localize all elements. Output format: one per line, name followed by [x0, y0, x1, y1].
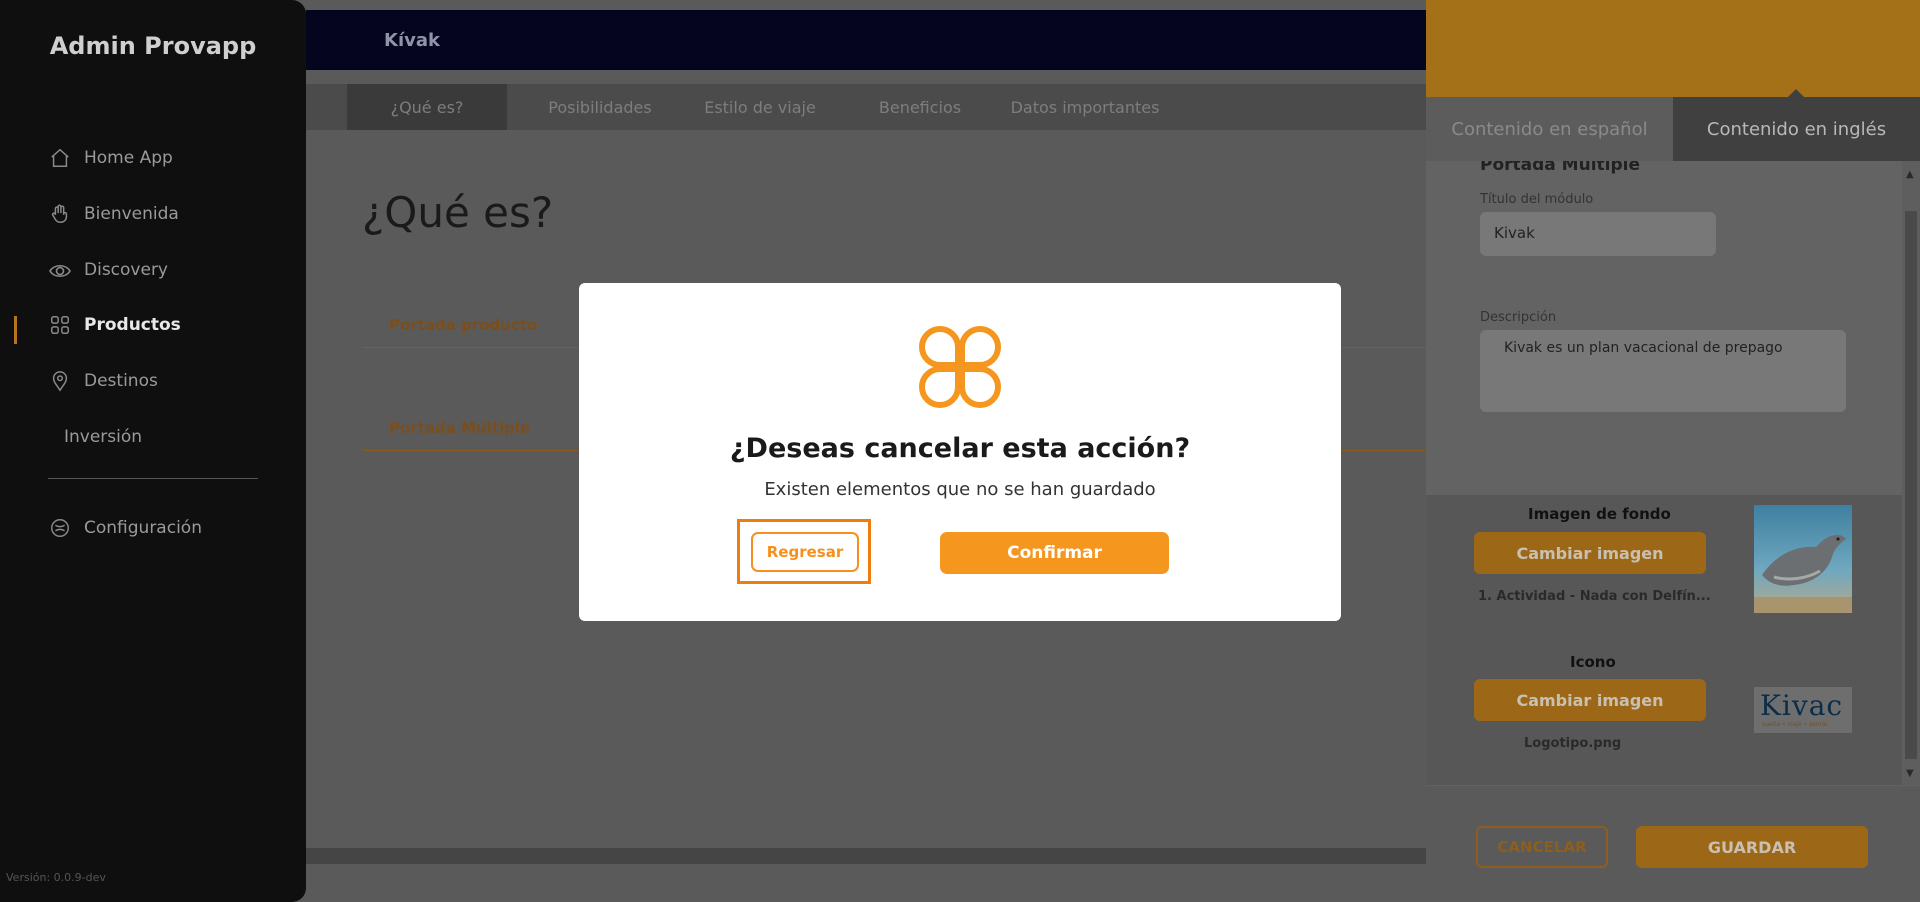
save-button[interactable]: GUARDAR: [1636, 826, 1868, 868]
eye-icon: [48, 258, 72, 282]
tab-posibilidades[interactable]: Posibilidades: [520, 84, 680, 130]
icon-thumbnail: Kivac sueña • viaje • sonríe: [1754, 687, 1852, 733]
page-title: ¿Qué es?: [362, 188, 554, 237]
confirm-button[interactable]: Confirmar: [940, 532, 1169, 574]
tab-contenido-ingles[interactable]: Contenido en inglés: [1673, 97, 1920, 161]
version-label: Versión: 0.0.9-dev: [6, 871, 106, 884]
gear-icon: [48, 516, 72, 540]
bottom-strip: [306, 848, 1426, 864]
sidebar-item-inversion[interactable]: Inversión: [64, 420, 142, 454]
home-icon: [48, 146, 72, 170]
description-textarea[interactable]: Kivak es un plan vacacional de prepago: [1480, 330, 1846, 412]
sidebar-item-configuracion[interactable]: Configuración: [48, 511, 202, 545]
dialog-title: ¿Deseas cancelar esta acción?: [729, 433, 1191, 464]
section-label: Portada Múltiple: [389, 419, 531, 437]
scroll-up-icon[interactable]: ▲: [1906, 169, 1914, 180]
sidebar-item-label: Destinos: [84, 371, 158, 391]
logo-tagline: sueña • viaje • sonríe: [1762, 721, 1828, 728]
icon-label: Icono: [1570, 653, 1616, 671]
sidebar-item-label: Home App: [84, 148, 173, 168]
description-label: Descripción: [1480, 310, 1557, 325]
scrollbar-thumb[interactable]: [1905, 211, 1917, 759]
image-section: Imagen de fondo Cambiar imagen 1. Activi…: [1426, 495, 1902, 785]
active-tab-notch: [1786, 89, 1806, 99]
brand-title: Admin Provapp: [49, 32, 257, 60]
location-pin-icon: [48, 369, 72, 393]
module-title-label: Título del módulo: [1480, 192, 1594, 207]
sidebar-divider: [48, 478, 258, 479]
tab-bar: ¿Qué es? Posibilidades Estilo de viaje B…: [306, 84, 1426, 130]
sidebar-item-label: Inversión: [64, 427, 143, 447]
change-background-image-button[interactable]: Cambiar imagen: [1474, 532, 1706, 574]
confirm-dialog: ¿Deseas cancelar esta acción? Existen el…: [579, 283, 1341, 621]
tab-beneficios[interactable]: Beneficios: [840, 84, 1000, 130]
active-indicator: [14, 316, 17, 344]
module-title-input[interactable]: Kivak: [1480, 212, 1716, 256]
sidebar: Admin Provapp Home App Bienvenida Discov…: [0, 0, 306, 902]
tab-contenido-espanol[interactable]: Contenido en español: [1426, 97, 1673, 161]
tab-que-es[interactable]: ¿Qué es?: [347, 84, 507, 130]
sidebar-item-productos[interactable]: Productos: [48, 308, 181, 342]
background-image-label: Imagen de fondo: [1528, 505, 1671, 523]
back-button[interactable]: Regresar: [751, 532, 859, 572]
wave-hand-icon: [48, 202, 72, 226]
panel-scrollbar[interactable]: ▲ ▼: [1902, 161, 1920, 785]
sidebar-item-label: Discovery: [84, 260, 168, 280]
page-header-title: Kívak: [384, 30, 440, 51]
tab-estilo-de-viaje[interactable]: Estilo de viaje: [680, 84, 840, 130]
sidebar-item-label: Bienvenida: [84, 204, 179, 224]
sidebar-item-label: Configuración: [84, 518, 202, 538]
background-thumbnail: [1754, 505, 1852, 613]
panel-footer: CANCELAR GUARDAR: [1426, 785, 1920, 902]
top-bar: Kívak: [306, 10, 1426, 70]
edit-panel: Contenido en español Contenido en inglés…: [1426, 0, 1920, 902]
panel-section-title: Portada Múltiple: [1480, 161, 1641, 175]
panel-header: [1426, 0, 1920, 97]
scroll-down-icon[interactable]: ▼: [1906, 768, 1914, 779]
sidebar-item-label: Productos: [84, 315, 181, 335]
sidebar-item-destinos[interactable]: Destinos: [48, 364, 158, 398]
icon-file-name: Logotipo.png: [1524, 736, 1622, 751]
tab-datos-importantes[interactable]: Datos importantes: [990, 84, 1180, 130]
cancel-button[interactable]: CANCELAR: [1476, 826, 1608, 868]
panel-form: Portada Múltiple Título del módulo Kivak…: [1426, 161, 1902, 495]
dialog-message: Existen elementos que no se han guardado: [764, 479, 1156, 500]
sidebar-item-bienvenida[interactable]: Bienvenida: [48, 197, 179, 231]
section-label: Portada producto: [389, 316, 538, 334]
change-icon-image-button[interactable]: Cambiar imagen: [1474, 679, 1706, 721]
sidebar-item-home-app[interactable]: Home App: [48, 141, 173, 175]
sidebar-item-discovery[interactable]: Discovery: [48, 253, 168, 287]
clover-logo-icon: [919, 326, 1001, 408]
grid-icon: [48, 313, 72, 337]
logo-text: Kivac: [1760, 689, 1844, 722]
background-file-name: 1. Actividad - Nada con Delfín...: [1478, 589, 1711, 604]
